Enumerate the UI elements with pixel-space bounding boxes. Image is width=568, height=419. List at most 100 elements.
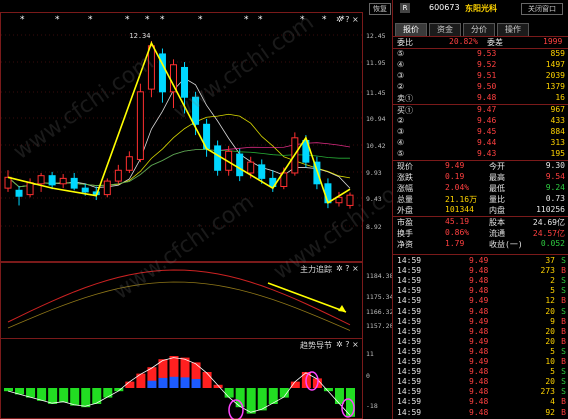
tick-volume: 5	[550, 346, 555, 356]
stat-label: 现价	[397, 162, 413, 171]
main-axis-label: 11.95	[366, 59, 386, 67]
quote-tabs: 报价 资金 分价 操作	[395, 23, 529, 37]
ask-volume: 2039	[545, 71, 565, 80]
tick-price: 9.48	[469, 397, 489, 407]
main-axis-label: 10.42	[366, 142, 386, 150]
close-window-button[interactable]: 关闭窗口	[521, 3, 563, 15]
candle-body	[4, 176, 12, 189]
ask-price: 9.51	[477, 71, 497, 80]
osc-bar	[224, 388, 234, 398]
osc-bar	[4, 388, 13, 392]
panel3-axis-label: 0	[366, 372, 370, 380]
tick-volume: 273	[540, 387, 555, 397]
ask-level: ②	[397, 82, 405, 91]
candle-body	[70, 177, 78, 189]
stat-value: 9.30	[545, 161, 565, 170]
panel2-axis-label: 1175.34	[366, 293, 392, 301]
bid-volume: 884	[550, 127, 565, 136]
bid-row[interactable]: ② 9.46 433	[393, 116, 568, 127]
signal-star: *	[258, 15, 263, 25]
tick-volume: 20	[545, 377, 555, 387]
tick-side: B	[561, 266, 566, 276]
tick-volume: 20	[545, 336, 555, 346]
tab-2[interactable]: 分价	[463, 23, 495, 37]
stat-row: 总量 21.16万 量比 0.73	[393, 194, 568, 205]
ask-volume: 1497	[545, 60, 565, 69]
tick-side: B	[561, 357, 566, 366]
tick-volume: 5	[550, 286, 555, 296]
tab-1[interactable]: 资金	[429, 23, 461, 37]
bid-level: 买①	[397, 106, 413, 115]
panel2-controls[interactable]: ✲ ? ×	[336, 264, 359, 273]
signal-star: *	[88, 15, 93, 25]
stat-label: 市盈	[397, 218, 413, 227]
order-ratio-row: 委比 20.82% 委差 1999	[397, 37, 563, 47]
tick-side: S	[561, 286, 566, 296]
osc-bar	[59, 388, 69, 403]
tick-row: 14:59 9.48 92 B	[393, 408, 568, 419]
stat-row: 净资 1.79 收益(一) 0.052	[393, 239, 568, 250]
bid-volume: 433	[550, 116, 565, 125]
tick-time: 14:59	[397, 336, 422, 346]
panel3-axis-label: -18	[366, 402, 378, 410]
stat-label: 外盘	[397, 206, 413, 215]
ask-row[interactable]: ③ 9.51 2039	[393, 71, 568, 82]
tick-time: 14:59	[397, 346, 422, 356]
bid-price: 9.44	[477, 138, 497, 147]
ask-row[interactable]: ④ 9.52 1497	[393, 60, 568, 71]
tick-time: 14:59	[397, 397, 422, 407]
stat-value: 0.052	[540, 239, 565, 248]
tick-price: 9.49	[469, 296, 489, 306]
tick-row: 14:59 9.49 12 B	[393, 296, 568, 307]
ask-row[interactable]: ⑤ 9.53 859	[393, 49, 568, 60]
tick-volume: 2	[550, 276, 555, 286]
candle-body	[236, 153, 244, 177]
bid-row[interactable]: ④ 9.44 313	[393, 138, 568, 149]
main-axis-label: 12.45	[366, 32, 386, 40]
tick-side: S	[561, 256, 566, 265]
tick-side: S	[561, 306, 566, 316]
tick-volume: 37	[545, 256, 555, 265]
stat-label: 量比	[489, 195, 505, 204]
bid-price: 9.43	[477, 149, 497, 158]
panel3-axis-label: 11	[366, 350, 374, 358]
tick-time: 14:59	[397, 266, 422, 276]
tab-0[interactable]: 报价	[395, 23, 427, 37]
tick-price: 9.48	[469, 276, 489, 286]
bid-row[interactable]: 买① 9.47 967	[393, 105, 568, 116]
bid-volume: 195	[550, 149, 565, 158]
candle-body	[26, 182, 34, 196]
stat-label: 收益(一)	[489, 240, 523, 249]
kline-chart-area[interactable]: 12.45 11.95 11.45 10.94 10.42 9.93 9.43 8.92 12.…	[0, 0, 392, 419]
tick-volume: 4	[550, 397, 555, 407]
tick-side: B	[561, 336, 566, 346]
signal-star: *	[244, 15, 249, 25]
candle-body	[125, 156, 133, 171]
ask-level: ⑤	[397, 49, 405, 58]
kline-chart[interactable]: 12.4511.9511.4510.9410.429.939.438.9212.…	[0, 0, 392, 419]
stat-row: 涨跌 0.19 最高 9.54	[393, 172, 568, 183]
panel3-controls[interactable]: ✲ ? ×	[336, 340, 359, 349]
tick-time: 14:59	[397, 387, 422, 397]
watermark-text: www.cfchi.com	[169, 10, 318, 125]
tick-row: 14:59 9.48 20 B	[393, 327, 568, 338]
panel2-axis-label: 1184.38	[366, 272, 392, 280]
tab-3[interactable]: 操作	[497, 23, 529, 37]
restore-button[interactable]: 恢复	[369, 3, 391, 15]
panel2-arrow-head	[338, 305, 346, 312]
ask-row[interactable]: ② 9.50 1379	[393, 82, 568, 93]
bid-row[interactable]: ⑤ 9.43 195	[393, 149, 568, 160]
ask-row[interactable]: 卖① 9.48 16	[393, 93, 568, 104]
main-axis-label: 9.93	[366, 169, 382, 177]
tick-row: 14:59 9.48 5 S	[393, 347, 568, 358]
stat-row: 现价 9.49 今开 9.30	[393, 161, 568, 172]
bid-row[interactable]: ③ 9.45 884	[393, 127, 568, 138]
stat-label: 流通	[489, 229, 505, 238]
tick-time: 14:59	[397, 326, 422, 336]
stat-label: 涨跌	[397, 173, 413, 182]
tick-price: 9.49	[469, 336, 489, 346]
osc-bar	[246, 388, 256, 414]
panel1-controls[interactable]: ✲ ? ×	[336, 15, 359, 24]
stat-value: 0.19	[445, 172, 465, 181]
tick-price: 9.49	[469, 316, 489, 326]
